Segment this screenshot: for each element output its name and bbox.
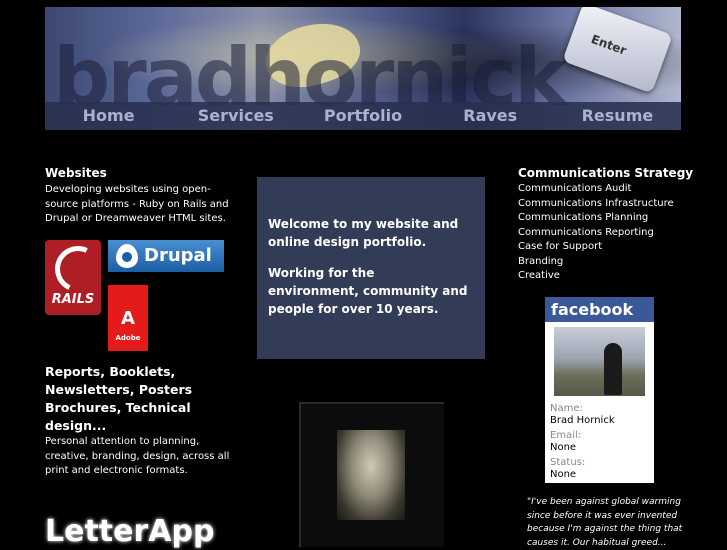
websites-title: Websites xyxy=(45,166,107,180)
cs-item-planning[interactable]: Communications Planning xyxy=(518,211,674,226)
main-nav: Home Services Portfolio Raves Resume xyxy=(45,102,681,130)
reports-text: Personal attention to planning, creative… xyxy=(45,436,230,476)
welcome-subtext: Working for the environment, community a… xyxy=(268,266,468,316)
drupal-logo[interactable]: Drupal xyxy=(108,240,224,272)
nav-raves[interactable]: Raves xyxy=(427,102,554,130)
facebook-badge[interactable]: facebook Name: Brad Hornick Email: None … xyxy=(545,297,654,483)
nav-services[interactable]: Services xyxy=(172,102,299,130)
portrait-frame xyxy=(299,402,444,547)
welcome-text: Welcome to my website and online design … xyxy=(268,217,459,249)
reports-title: Reports, Booklets, Newsletters, Posters … xyxy=(45,364,193,433)
einstein-portrait xyxy=(337,430,405,520)
drupal-label: Drupal xyxy=(144,245,212,266)
rails-ring-icon xyxy=(48,239,108,299)
nav-resume[interactable]: Resume xyxy=(554,102,681,130)
cs-item-infrastructure[interactable]: Communications Infrastructure xyxy=(518,197,674,212)
drupal-drop-icon xyxy=(116,244,138,268)
fb-status-label: Status: xyxy=(550,457,586,468)
enter-key-label: Enter xyxy=(589,32,629,58)
cs-item-creative[interactable]: Creative xyxy=(518,269,674,284)
nav-portfolio[interactable]: Portfolio xyxy=(299,102,426,130)
cs-item-audit[interactable]: Communications Audit xyxy=(518,182,674,197)
adobe-label: Adobe xyxy=(115,334,141,342)
communications-strategy-title: Communications Strategy xyxy=(518,166,694,180)
letterapp-logo[interactable]: LetterApp xyxy=(45,514,214,549)
communications-strategy-list: Communications Audit Communications Infr… xyxy=(518,182,674,284)
facebook-brand: facebook xyxy=(545,297,654,322)
quote-text: "I've been against global warming since … xyxy=(527,497,683,548)
fb-email-label: Email: xyxy=(550,430,582,441)
cs-item-reporting[interactable]: Communications Reporting xyxy=(518,226,674,241)
rails-label: RAILS xyxy=(51,292,95,307)
header-banner: bradhornick Enter Home Services Portfoli… xyxy=(45,7,681,130)
fb-status-value: None xyxy=(550,469,577,480)
fb-name-label: Name: xyxy=(550,403,583,414)
rails-logo[interactable]: RAILS xyxy=(45,239,108,315)
welcome-box: Welcome to my website and online design … xyxy=(257,177,485,359)
fb-name-value: Brad Hornick xyxy=(550,415,615,426)
fb-email-value: None xyxy=(550,442,577,453)
cs-item-branding[interactable]: Branding xyxy=(518,255,674,270)
websites-text: Developing websites using open-source pl… xyxy=(45,184,229,224)
adobe-logo[interactable]: A Adobe xyxy=(108,285,148,351)
profile-photo xyxy=(554,327,645,396)
profile-person xyxy=(604,343,622,395)
nav-home[interactable]: Home xyxy=(45,102,172,130)
cs-item-case-for-support[interactable]: Case for Support xyxy=(518,240,674,255)
adobe-a-icon: A xyxy=(121,308,135,329)
